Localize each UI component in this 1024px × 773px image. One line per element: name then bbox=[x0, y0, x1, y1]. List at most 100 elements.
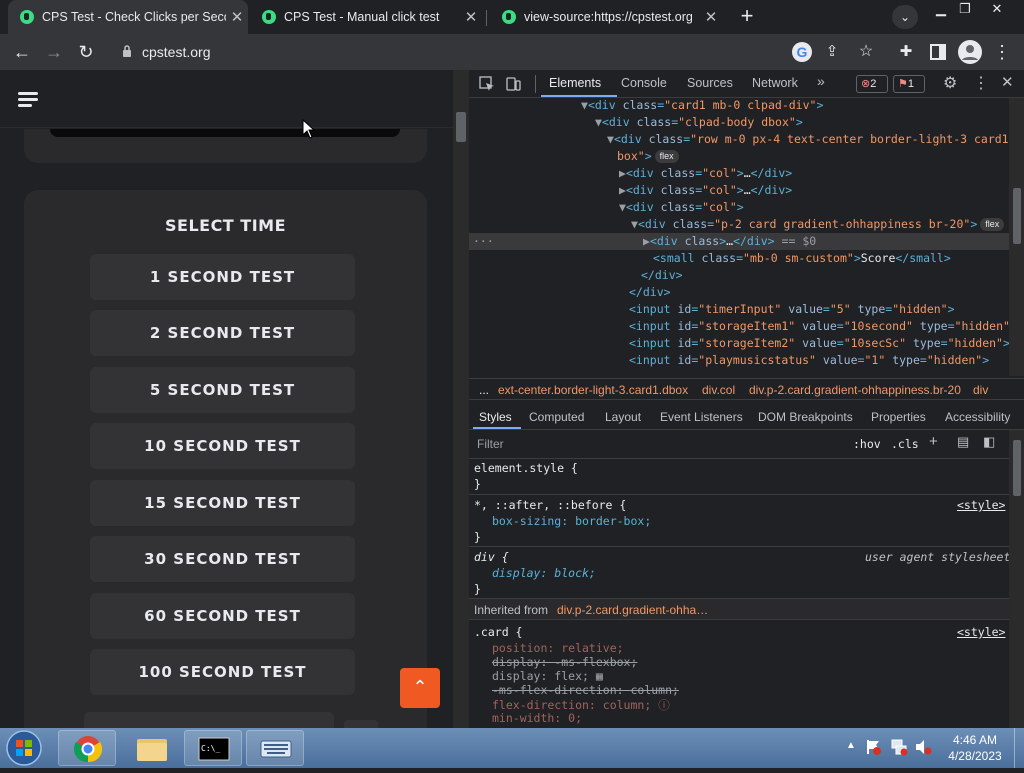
dom-node[interactable]: ▶<div class="col">…</div> bbox=[619, 183, 792, 197]
breadcrumb-item[interactable]: div.p-2.card.gradient-ohhappiness.br-20 bbox=[749, 383, 961, 397]
tab-accessibility[interactable]: Accessibility bbox=[945, 410, 1010, 424]
reload-icon[interactable]: ↻ bbox=[74, 40, 98, 64]
tab-properties[interactable]: Properties bbox=[871, 410, 926, 424]
extensions-puzzle-icon[interactable]: ✚ bbox=[894, 40, 918, 64]
time-option-5s[interactable]: 5 SECOND TEST bbox=[90, 367, 355, 413]
inspect-element-icon[interactable] bbox=[479, 76, 495, 92]
styles-scrollbar-thumb[interactable] bbox=[1013, 440, 1021, 496]
tab-sources[interactable]: Sources bbox=[687, 76, 733, 90]
dom-node[interactable]: <input id="playmusicstatus" value="1" ty… bbox=[629, 353, 989, 367]
tab-computed[interactable]: Computed bbox=[529, 410, 584, 424]
dom-node[interactable]: <input id="storageItem1" value="10second… bbox=[629, 319, 1009, 333]
taskbar-explorer[interactable] bbox=[122, 730, 180, 766]
rule-declaration[interactable]: display: block; bbox=[492, 566, 596, 580]
dom-node[interactable]: <input id="storageItem2" value="10secSc"… bbox=[629, 336, 1009, 350]
dom-node[interactable]: </div> bbox=[641, 268, 683, 282]
action-center-flag-icon[interactable] bbox=[866, 738, 882, 756]
tab-event-listeners[interactable]: Event Listeners bbox=[660, 410, 743, 424]
forward-arrow-icon[interactable]: → bbox=[42, 40, 66, 64]
rule-declaration-struck[interactable]: display: -ms-flexbox; bbox=[492, 655, 637, 669]
tab-elements[interactable]: Elements bbox=[549, 76, 601, 90]
dom-node[interactable]: ▼<div class="p-2 card gradient-ohhappine… bbox=[631, 217, 1005, 231]
errors-badge[interactable]: ⊗2 bbox=[856, 75, 888, 93]
dom-tree-scrollbar-thumb[interactable] bbox=[1013, 188, 1021, 244]
dom-node[interactable]: <small class="mb-0 sm-custom">Score</sma… bbox=[653, 251, 951, 265]
tab-view-source[interactable]: view-source:https://cpstest.org ✕ bbox=[490, 0, 722, 34]
rule-selector[interactable]: div { bbox=[474, 550, 509, 564]
taskbar-chrome[interactable] bbox=[58, 730, 116, 766]
google-lens-icon[interactable]: G bbox=[792, 42, 812, 62]
new-style-rule-icon[interactable]: + bbox=[929, 433, 938, 450]
dom-node[interactable]: ▼<div class="clpad-body dbox"> bbox=[595, 115, 803, 129]
issues-badge[interactable]: ⚑1 bbox=[893, 75, 925, 93]
devtools-menu-icon[interactable]: ⋮ bbox=[973, 73, 989, 93]
network-icon[interactable] bbox=[890, 738, 908, 756]
time-option-60s[interactable]: 60 SECOND TEST bbox=[90, 593, 355, 639]
profile-avatar-icon[interactable] bbox=[958, 40, 982, 64]
rule-declaration[interactable]: box-sizing: border-box; bbox=[492, 514, 651, 528]
close-devtools-icon[interactable]: ✕ bbox=[1001, 73, 1014, 91]
click-area-edge[interactable] bbox=[50, 129, 400, 137]
close-tab-icon[interactable]: ✕ bbox=[700, 8, 722, 26]
breadcrumb-item[interactable]: div bbox=[973, 383, 988, 397]
time-option-30s[interactable]: 30 SECOND TEST bbox=[90, 536, 355, 582]
show-hidden-icons[interactable]: ▲ bbox=[846, 740, 856, 751]
close-tab-icon[interactable]: ✕ bbox=[226, 8, 248, 26]
device-toolbar-icon[interactable] bbox=[505, 76, 521, 92]
address-bar[interactable]: cpstest.org bbox=[110, 38, 885, 66]
more-tabs-button[interactable]: » bbox=[817, 73, 825, 89]
breadcrumb-item[interactable]: ext-center.border-light-3.card1.dbox bbox=[498, 383, 688, 397]
settings-gear-icon[interactable]: ⚙ bbox=[943, 73, 957, 93]
hov-toggle[interactable]: :hov bbox=[853, 437, 881, 451]
side-panel-icon[interactable] bbox=[926, 40, 950, 64]
taskbar-cmd[interactable]: C:\_ bbox=[184, 730, 242, 766]
tab-styles[interactable]: Styles bbox=[479, 410, 512, 424]
start-button[interactable] bbox=[4, 728, 48, 768]
time-option-1s[interactable]: 1 SECOND TEST bbox=[90, 254, 355, 300]
row-options-icon[interactable]: ··· bbox=[473, 234, 494, 248]
dom-node[interactable]: </div> bbox=[629, 285, 671, 299]
dom-node[interactable]: ▼<div class="col"> bbox=[619, 200, 744, 214]
toggle-sidebar-icon[interactable]: ◧ bbox=[983, 434, 995, 450]
restore-window-icon[interactable]: ❐ bbox=[950, 0, 980, 22]
chrome-menu-icon[interactable]: ⋮ bbox=[990, 40, 1014, 64]
breadcrumb-ellipsis[interactable]: ... bbox=[479, 383, 489, 397]
time-option-15s[interactable]: 15 SECOND TEST bbox=[90, 480, 355, 526]
tab-manual-click-test[interactable]: CPS Test - Manual click test ✕ bbox=[250, 0, 482, 34]
dom-tree-scrollbar[interactable] bbox=[1009, 98, 1024, 376]
scroll-to-top-button[interactable]: ⌃ bbox=[400, 668, 440, 708]
close-tab-icon[interactable]: ✕ bbox=[460, 8, 482, 26]
paint-roller-icon[interactable]: ▤ bbox=[957, 434, 969, 450]
rule-selector[interactable]: .card { bbox=[474, 625, 522, 639]
tab-search-chevron-icon[interactable]: ⌄ bbox=[892, 5, 918, 29]
new-tab-icon[interactable]: + bbox=[735, 5, 759, 29]
volume-muted-icon[interactable] bbox=[914, 738, 932, 756]
styles-scrollbar[interactable] bbox=[1009, 430, 1024, 728]
rule-declaration-struck[interactable]: -ms-flex-direction: column; bbox=[492, 683, 679, 697]
rule-declaration-inactive[interactable]: display: flex; ▦ bbox=[492, 669, 603, 683]
rule-selector[interactable]: *, ::after, ::before { bbox=[474, 498, 626, 512]
tab-network[interactable]: Network bbox=[752, 76, 798, 90]
tab-console[interactable]: Console bbox=[621, 76, 667, 90]
share-icon[interactable]: ⇪ bbox=[820, 40, 844, 64]
dom-node[interactable]: ▶<div class="col">…</div> bbox=[619, 166, 792, 180]
close-window-icon[interactable]: ✕ bbox=[982, 0, 1012, 22]
page-scrollbar-thumb[interactable] bbox=[456, 112, 466, 142]
dom-node[interactable]: <input id="timerInput" value="5" type="h… bbox=[629, 302, 955, 316]
tab-dom-breakpoints[interactable]: DOM Breakpoints bbox=[758, 410, 853, 424]
lock-icon[interactable] bbox=[122, 44, 132, 58]
hamburger-menu-icon[interactable] bbox=[18, 92, 38, 108]
rule-declaration-inactive[interactable]: min-width: 0; bbox=[492, 711, 582, 725]
cls-toggle[interactable]: .cls bbox=[891, 437, 919, 451]
taskbar-onscreen-keyboard[interactable] bbox=[246, 730, 304, 766]
inherited-from-link[interactable]: div.p-2.card.gradient-ohha… bbox=[557, 603, 708, 617]
rule-element-style[interactable]: element.style { bbox=[474, 461, 578, 475]
tab-layout[interactable]: Layout bbox=[605, 410, 641, 424]
clock-date[interactable]: 4/28/2023 bbox=[940, 749, 1010, 763]
dom-tree[interactable]: ▼<div class="card1 mb-0 clpad-div"> ▼<di… bbox=[469, 98, 1009, 376]
back-arrow-icon[interactable]: ← bbox=[10, 40, 34, 64]
dom-node[interactable]: ▼<div class="card1 mb-0 clpad-div"> bbox=[581, 98, 823, 112]
info-icon[interactable]: ⓘ bbox=[658, 698, 670, 712]
rule-source-link[interactable]: <style> bbox=[957, 625, 1005, 639]
clock-time[interactable]: 4:46 AM bbox=[940, 733, 1010, 747]
